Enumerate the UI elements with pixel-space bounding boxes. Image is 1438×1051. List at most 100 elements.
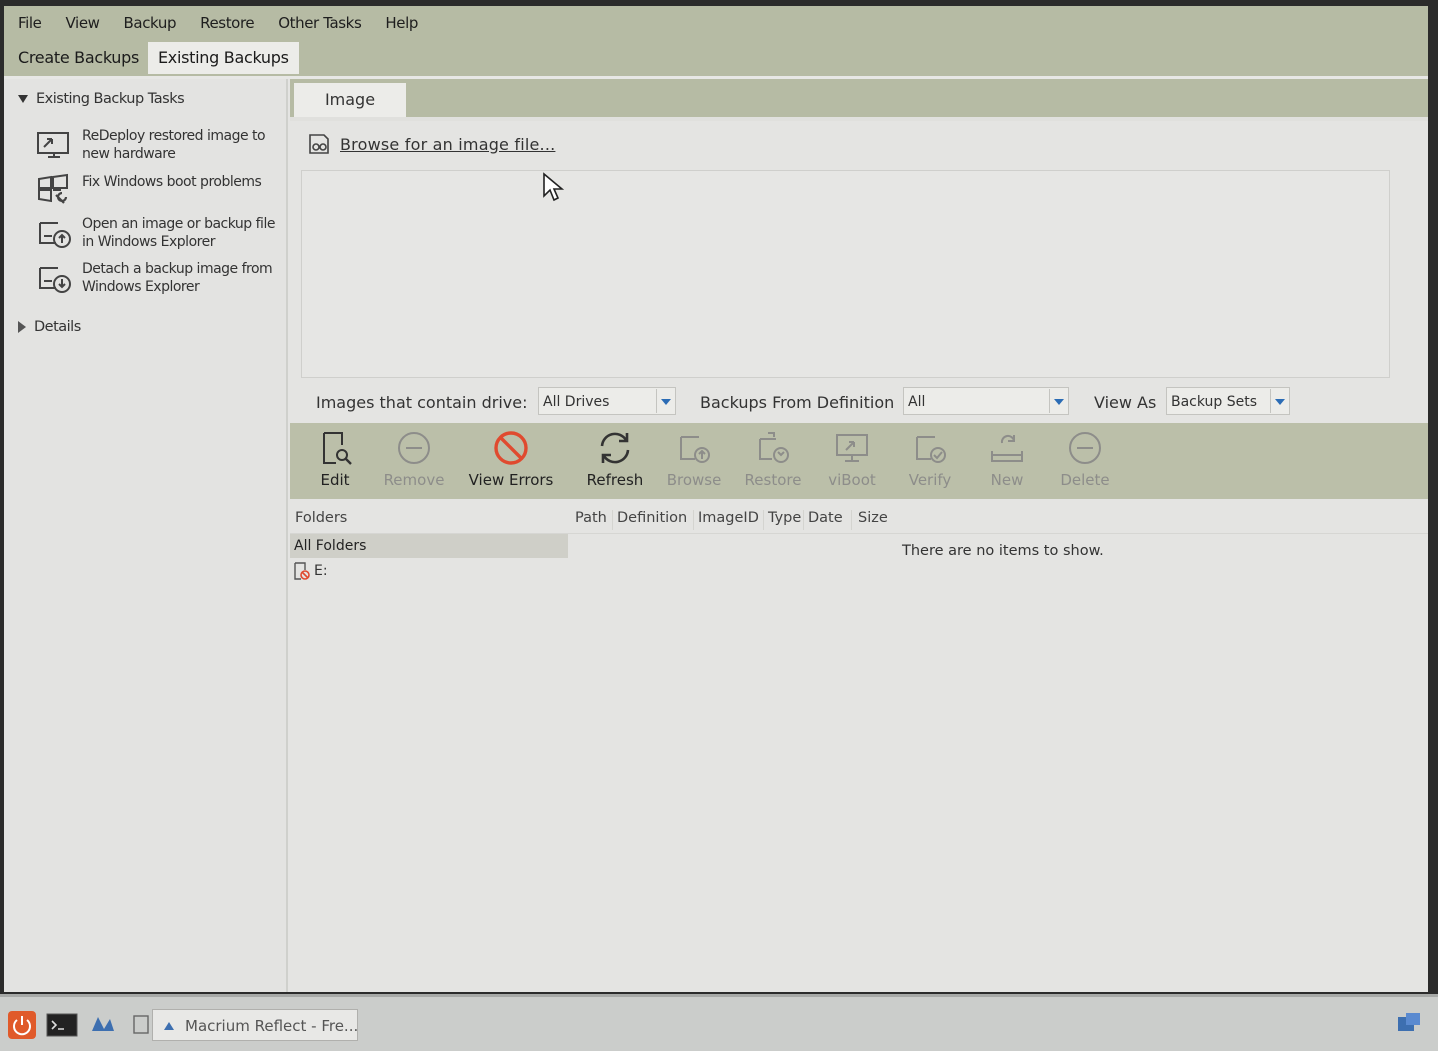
folder-tree-all-folders[interactable]: All Folders [290, 534, 568, 558]
definition-filter-select[interactable]: All [903, 387, 1069, 415]
menu-backup[interactable]: Backup [112, 14, 189, 32]
menu-restore[interactable]: Restore [188, 14, 266, 32]
taskbar: Macrium Reflect - Fre... [0, 994, 1438, 1051]
browse-icon [680, 436, 710, 463]
column-divider[interactable] [612, 510, 613, 530]
new-button[interactable]: New [967, 429, 1047, 489]
image-file-icon [309, 134, 329, 154]
verify-button-label: Verify [908, 471, 952, 489]
task-fix-boot[interactable]: Fix Windows boot problems [36, 173, 284, 207]
menu-help[interactable]: Help [373, 14, 430, 32]
column-divider[interactable] [763, 510, 764, 530]
disk-open-icon [39, 222, 71, 248]
taskbar-app-macrium[interactable]: Macrium Reflect - Fre... [152, 1009, 358, 1041]
date-column-header[interactable]: Date [808, 510, 843, 526]
tab-image[interactable]: Image [294, 83, 406, 117]
backup-toolbar: Edit Remove View Errors Refresh Browse R… [290, 423, 1428, 499]
folder-tree-drive[interactable]: E: [292, 561, 328, 581]
view-errors-button[interactable]: View Errors [461, 429, 561, 489]
tab-existing-backups[interactable]: Existing Backups [148, 42, 299, 74]
verify-icon [916, 436, 946, 463]
delete-button[interactable]: Delete [1045, 429, 1125, 489]
drive-filter-select[interactable]: All Drives [538, 387, 676, 415]
terminal-icon[interactable] [46, 1013, 78, 1037]
chevron-down-icon[interactable] [1270, 389, 1289, 413]
remove-button[interactable]: Remove [374, 429, 454, 489]
details-header-label: Details [34, 319, 81, 335]
start-button[interactable] [8, 1011, 36, 1039]
image-details-box [301, 170, 1390, 378]
view-errors-button-label: View Errors [468, 471, 554, 489]
chevron-down-icon[interactable] [1049, 389, 1068, 413]
view-errors-icon [494, 431, 528, 465]
menu-view[interactable]: View [54, 14, 112, 32]
mouse-cursor-icon [543, 172, 564, 202]
tasks-pane: Existing Backup Tasks ReDeploy restored … [4, 79, 288, 992]
restore-icon [759, 432, 789, 463]
drive-filter-label: Images that contain drive: [316, 393, 528, 412]
app-window: File View Backup Restore Other Tasks Hel… [4, 6, 1428, 992]
delete-button-label: Delete [1060, 471, 1110, 489]
drive-label: E: [314, 563, 328, 579]
task-open-image-label: Open an image or backup file in Windows … [82, 216, 275, 250]
existing-tasks-header-label: Existing Backup Tasks [36, 91, 185, 107]
column-divider[interactable] [803, 510, 804, 530]
new-button-label: New [990, 471, 1024, 489]
view-as-select[interactable]: Backup Sets [1166, 387, 1290, 415]
tray-network-icon[interactable] [1394, 1009, 1424, 1037]
task-detach-image[interactable]: Detach a backup image from Windows Explo… [36, 260, 284, 296]
view-as-label: View As [1094, 393, 1157, 412]
edit-button-label: Edit [320, 471, 350, 489]
power-icon [13, 1016, 31, 1036]
filter-bar: Images that contain drive: All Drives Ba… [290, 383, 1428, 423]
browse-image-link[interactable]: Browse for an image file... [340, 135, 555, 154]
restore-button[interactable]: Restore [733, 429, 813, 489]
expand-arrow-icon [18, 321, 26, 333]
tab-create-backups[interactable]: Create Backups [8, 42, 149, 74]
refresh-icon [600, 432, 630, 464]
menu-bar: File View Backup Restore Other Tasks Hel… [4, 6, 1428, 40]
drive-filter-value: All Drives [543, 394, 610, 410]
size-column-header[interactable]: Size [858, 510, 888, 526]
new-icon [991, 434, 1023, 462]
definition-column-header[interactable]: Definition [617, 510, 687, 526]
task-fix-boot-label: Fix Windows boot problems [82, 174, 262, 190]
remove-button-label: Remove [383, 471, 445, 489]
existing-tasks-header[interactable]: Existing Backup Tasks [18, 91, 185, 107]
browse-button[interactable]: Browse [654, 429, 734, 489]
browse-row: Browse for an image file... [306, 131, 555, 157]
empty-list-message: There are no items to show. [902, 543, 1104, 559]
type-column-header[interactable]: Type [768, 510, 801, 526]
menu-other-tasks[interactable]: Other Tasks [266, 14, 373, 32]
task-open-image[interactable]: Open an image or backup file in Windows … [36, 215, 284, 251]
clipboard-icon[interactable] [132, 1013, 150, 1035]
image-tabstrip: Image [290, 79, 1428, 121]
imageid-column-header[interactable]: ImageID [698, 510, 759, 526]
definition-filter-label: Backups From Definition [700, 393, 895, 412]
refresh-button[interactable]: Refresh [575, 429, 655, 489]
details-header[interactable]: Details [18, 319, 81, 335]
edit-button[interactable]: Edit [295, 429, 375, 489]
path-column-header[interactable]: Path [575, 510, 607, 526]
collapse-arrow-icon [18, 95, 28, 103]
existing-backups-pane: Image Browse for an image file... Images… [290, 79, 1428, 992]
browse-button-label: Browse [666, 471, 722, 489]
backup-list-header: Folders Path Definition ImageID Type Dat… [290, 505, 1428, 534]
viboot-button[interactable]: viBoot [812, 429, 892, 489]
column-divider[interactable] [693, 510, 694, 530]
drive-error-icon [294, 562, 310, 580]
delete-icon [1069, 432, 1101, 464]
menu-file[interactable]: File [4, 14, 54, 32]
verify-button[interactable]: Verify [890, 429, 970, 489]
network-icon[interactable] [88, 1011, 116, 1037]
refresh-button-label: Refresh [586, 471, 644, 489]
task-redeploy-label: ReDeploy restored image to new hardware [82, 128, 266, 162]
macrium-app-icon [164, 1022, 174, 1030]
chevron-down-icon[interactable] [656, 389, 675, 413]
remove-icon [398, 432, 430, 464]
task-redeploy[interactable]: ReDeploy restored image to new hardware [36, 127, 284, 163]
column-divider[interactable] [851, 510, 852, 530]
edit-icon [323, 432, 352, 465]
windows-repair-icon [38, 173, 68, 204]
disk-detach-icon [39, 267, 71, 293]
